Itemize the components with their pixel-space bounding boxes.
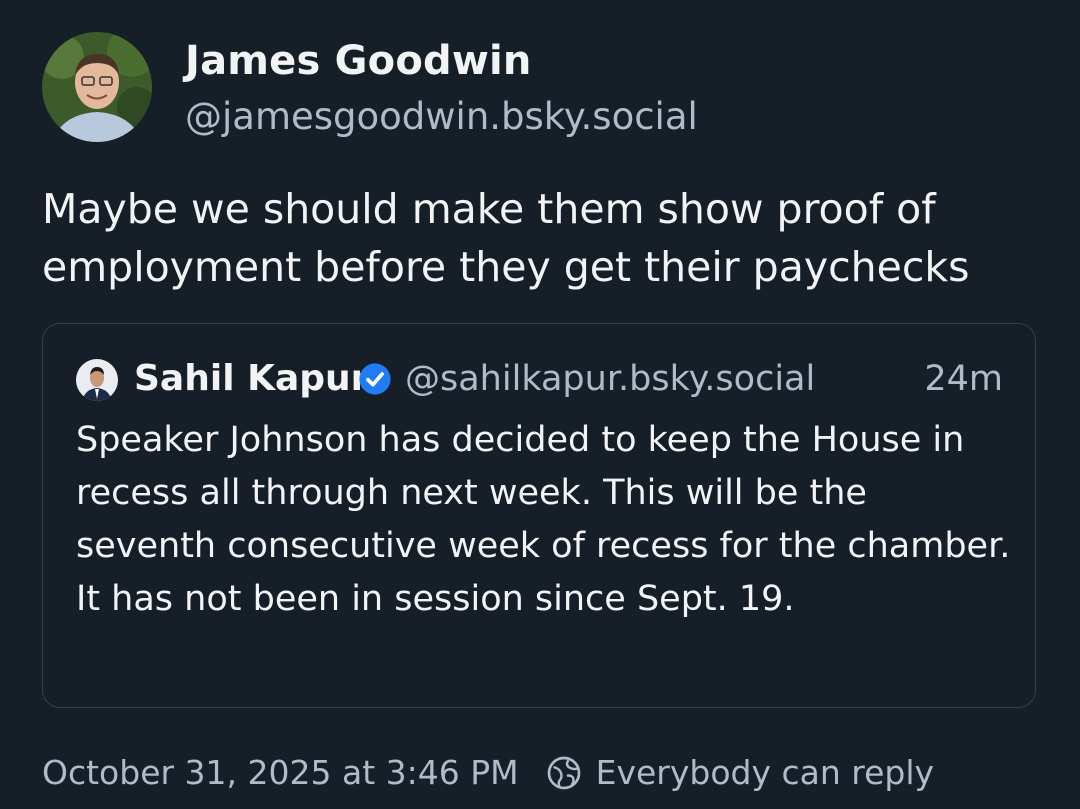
- quoted-post-time[interactable]: 24m: [924, 359, 1003, 399]
- post-timestamp: October 31, 2025 at 3:46 PM: [42, 753, 519, 792]
- quoted-author-avatar[interactable]: [76, 359, 118, 401]
- post-footer: October 31, 2025 at 3:46 PM Everybody ca…: [42, 753, 934, 792]
- post-text: Maybe we should make them show proof of …: [42, 185, 970, 291]
- author-avatar[interactable]: [42, 32, 152, 142]
- quoted-post-text: Speaker Johnson has decided to keep the …: [76, 420, 1011, 619]
- verified-check-icon: [359, 363, 391, 395]
- author-handle[interactable]: @jamesgoodwin.bsky.social: [185, 95, 698, 138]
- quoted-author-name[interactable]: Sahil Kapur: [134, 358, 368, 399]
- globe-icon: [547, 756, 580, 789]
- author-name[interactable]: James Goodwin: [185, 38, 532, 84]
- reply-setting[interactable]: Everybody can reply: [596, 753, 934, 792]
- quoted-post-card[interactable]: Sahil Kapur @sahilkapur.bsky.social 24m …: [42, 323, 1036, 708]
- quoted-author-handle[interactable]: @sahilkapur.bsky.social: [405, 359, 815, 399]
